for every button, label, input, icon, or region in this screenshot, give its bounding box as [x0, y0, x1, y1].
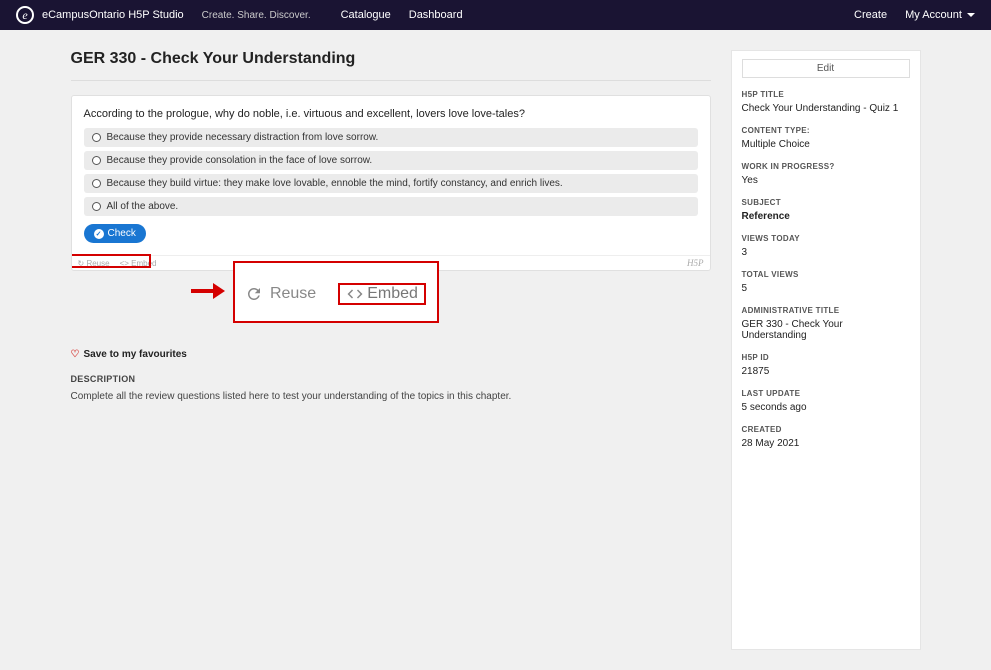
title-divider	[71, 80, 711, 81]
description-label: DESCRIPTION	[71, 374, 711, 384]
brand[interactable]: e eCampusOntario H5P Studio	[16, 6, 184, 24]
quiz-option[interactable]: Because they provide necessary distracti…	[84, 128, 698, 147]
embed-link-small[interactable]: <> Embed	[120, 259, 157, 268]
nav-create[interactable]: Create	[854, 9, 887, 21]
nav-my-account[interactable]: My Account	[905, 9, 975, 21]
quiz-option[interactable]: Because they provide consolation in the …	[84, 151, 698, 170]
radio-icon	[92, 179, 101, 188]
page-title: GER 330 - Check Your Understanding	[71, 50, 711, 68]
reuse-button[interactable]: Reuse	[245, 285, 317, 303]
description-text: Complete all the review questions listed…	[71, 390, 711, 404]
meta-label: H5P ID	[742, 353, 910, 362]
meta-value-h5p-title: Check Your Understanding - Quiz 1	[742, 103, 910, 114]
nav-catalogue[interactable]: Catalogue	[341, 9, 391, 21]
save-favourite[interactable]: ♡ Save to my favourites	[71, 349, 711, 360]
meta-value-admin-title: GER 330 - Check Your Understanding	[742, 319, 910, 341]
meta-value-created: 28 May 2021	[742, 438, 910, 449]
quiz-option[interactable]: Because they build virtue: they make lov…	[84, 174, 698, 193]
meta-label: TOTAL VIEWS	[742, 270, 910, 279]
highlight-box-zoom: Reuse Embed	[233, 261, 439, 323]
edit-button[interactable]: Edit	[742, 59, 910, 78]
arrow-icon	[191, 283, 225, 302]
meta-value-views-today: 3	[742, 247, 910, 258]
chevron-down-icon	[967, 13, 975, 17]
save-fav-label: Save to my favourites	[83, 349, 186, 360]
radio-icon	[92, 202, 101, 211]
option-label: Because they build virtue: they make lov…	[107, 178, 563, 189]
heart-icon: ♡	[71, 349, 80, 360]
meta-label: WORK IN PROGRESS?	[742, 162, 910, 171]
reuse-link-small[interactable]: ↻ Reuse	[78, 259, 110, 268]
metadata-sidebar: Edit H5P TITLE Check Your Understanding …	[731, 50, 921, 650]
nav-dashboard[interactable]: Dashboard	[409, 9, 463, 21]
embed-button[interactable]: Embed	[338, 283, 426, 305]
quiz-question: According to the prologue, why do noble,…	[84, 108, 698, 120]
meta-value-wip: Yes	[742, 175, 910, 186]
check-button[interactable]: ✓ Check	[84, 224, 146, 243]
meta-value-content-type: Multiple Choice	[742, 139, 910, 150]
quiz-option[interactable]: All of the above.	[84, 197, 698, 216]
meta-label: CONTENT TYPE:	[742, 126, 910, 135]
main-column: GER 330 - Check Your Understanding Accor…	[71, 50, 711, 404]
meta-value-last-update: 5 seconds ago	[742, 402, 910, 413]
meta-value-h5p-id: 21875	[742, 366, 910, 377]
h5p-quiz: According to the prologue, why do noble,…	[71, 95, 711, 271]
quiz-options: Because they provide necessary distracti…	[84, 128, 698, 216]
meta-label: ADMINISTRATIVE TITLE	[742, 306, 910, 315]
brand-text: eCampusOntario H5P Studio	[42, 9, 184, 21]
top-navbar: e eCampusOntario H5P Studio Create. Shar…	[0, 0, 991, 30]
check-label: Check	[108, 228, 136, 239]
tagline: Create. Share. Discover.	[202, 10, 311, 21]
meta-value-total-views: 5	[742, 283, 910, 294]
annotation-callout: Reuse Embed	[191, 261, 711, 331]
check-icon: ✓	[94, 229, 104, 239]
radio-icon	[92, 156, 101, 165]
meta-label: LAST UPDATE	[742, 389, 910, 398]
meta-label: CREATED	[742, 425, 910, 434]
option-label: Because they provide necessary distracti…	[107, 132, 379, 143]
meta-label: H5P TITLE	[742, 90, 910, 99]
meta-label: SUBJECT	[742, 198, 910, 207]
option-label: Because they provide consolation in the …	[107, 155, 373, 166]
code-icon	[346, 285, 367, 303]
meta-value-subject: Reference	[742, 211, 910, 222]
logo-icon: e	[16, 6, 34, 24]
option-label: All of the above.	[107, 201, 179, 212]
radio-icon	[92, 133, 101, 142]
meta-label: VIEWS TODAY	[742, 234, 910, 243]
refresh-icon	[245, 285, 263, 303]
